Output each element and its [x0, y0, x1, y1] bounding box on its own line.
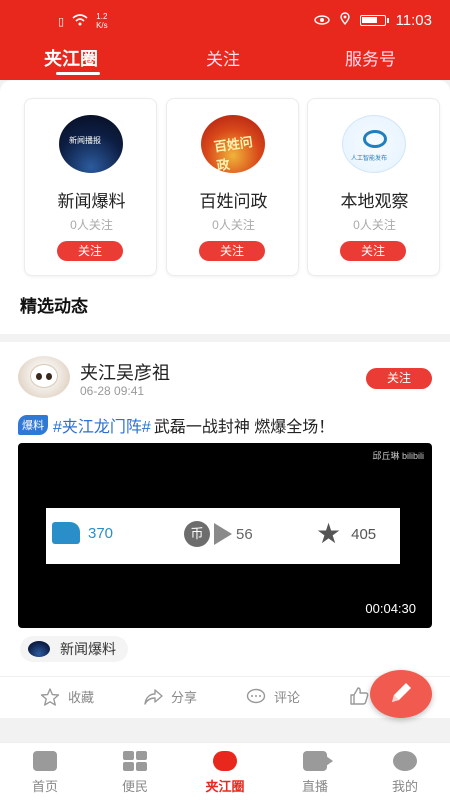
hashtag-link[interactable]: #夹江龙门阵#: [53, 413, 151, 437]
live-icon: [303, 751, 333, 771]
top-tabs: 夹江圈 关注 服务号: [0, 42, 450, 80]
topic-follower-count: 0人关注: [70, 218, 113, 232]
battery-level: [361, 17, 377, 23]
comment-label: 评论: [274, 690, 301, 705]
collect-button[interactable]: 收藏: [40, 687, 94, 706]
grid-icon: [123, 751, 147, 771]
topic-card-local-observation[interactable]: 人工智能发布 本地观察 0人关注 关注: [307, 98, 440, 276]
section-title: 精选动态: [20, 297, 88, 316]
post-tag-badge: 爆料: [18, 415, 48, 435]
topic-follower-count: 0人关注: [212, 218, 255, 232]
clock: 11:03: [395, 12, 432, 29]
follow-button[interactable]: 关注: [57, 241, 123, 261]
post-body: 武磊一战封神 燃爆全场！: [153, 419, 335, 436]
news-source-icon: [28, 641, 50, 657]
video-frame-content: 370 币 56 ★ 405: [46, 508, 400, 564]
thumbs-up-outline-icon: [350, 687, 369, 705]
topic-name: 新闻爆料: [57, 192, 126, 211]
tab-jiajiang-circle[interactable]: 夹江圈: [44, 45, 98, 71]
tab-follow[interactable]: 关注: [206, 45, 240, 70]
source-chip[interactable]: 新闻爆料: [20, 636, 128, 662]
nav-label: 我的: [391, 779, 418, 794]
post-text: 爆料 #夹江龙门阵# 武磊一战封神 燃爆全场！: [18, 413, 334, 437]
share-icon: [144, 688, 163, 705]
share-button[interactable]: 分享: [143, 687, 197, 706]
collect-label: 收藏: [68, 690, 95, 705]
feed-post: 夹江吴彦祖 06-28 09:41 关注 爆料 #夹江龙门阵# 武磊一战封神 燃…: [0, 342, 450, 718]
coin-icon: 币: [184, 521, 210, 547]
eye-icon: [313, 12, 330, 29]
tab-service-accounts[interactable]: 服务号: [345, 45, 396, 70]
nav-label: 夹江圈: [205, 779, 245, 794]
star-outline-icon: [40, 687, 60, 706]
topic-cards-section: 新闻播报 新闻爆料 0人关注 关注 百姓问政 百姓问政 0人关注 关注 人工智能…: [0, 80, 450, 334]
ai-logo-icon: [363, 130, 387, 148]
follow-author-button[interactable]: 关注: [366, 368, 432, 389]
local-observation-avatar: 人工智能发布: [342, 115, 406, 173]
nav-label: 直播: [301, 779, 328, 794]
video-coin-stat: 币 56: [184, 521, 253, 547]
play-icon: [214, 523, 232, 545]
avatar-caption: 百姓问政: [213, 134, 254, 173]
status-right: 11:03: [313, 12, 432, 29]
post-time: 06-28 09:41: [80, 384, 145, 398]
favorite-count: 405: [351, 525, 377, 543]
thumbs-up-icon: [52, 522, 80, 544]
video-watermark: 邱丘琳 bilibili: [372, 451, 424, 461]
nav-jiajiang-circle[interactable]: 夹江圈: [190, 751, 260, 795]
status-bar: ▯ 1.2 K/s 11:03: [0, 0, 450, 42]
topic-name: 百姓问政: [199, 192, 268, 211]
coin-count: 56: [236, 525, 253, 543]
circle-icon: [213, 751, 237, 771]
like-count: 370: [88, 524, 114, 542]
status-left: ▯ 1.2 K/s: [58, 12, 108, 30]
author-name[interactable]: 夹江吴彦祖: [80, 359, 170, 385]
bottom-navigation: 首页 便民 夹江圈 直播 我的: [0, 742, 450, 800]
comment-button[interactable]: 评论: [246, 687, 300, 706]
news-broadcast-avatar: 新闻播报: [59, 115, 123, 173]
sim-icon: ▯: [58, 15, 65, 28]
topic-card-news[interactable]: 新闻播报 新闻爆料 0人关注 关注: [24, 98, 157, 276]
follow-button[interactable]: 关注: [340, 241, 406, 261]
author-avatar[interactable]: [18, 356, 70, 398]
nav-label: 首页: [31, 779, 58, 794]
network-speed: 1.2 K/s: [96, 12, 108, 30]
network-speed-unit: K/s: [96, 21, 108, 30]
nav-profile[interactable]: 我的: [370, 751, 440, 795]
nav-home[interactable]: 首页: [10, 751, 80, 795]
public-affairs-avatar: 百姓问政: [201, 115, 265, 173]
home-icon: [33, 751, 57, 771]
video-duration: 00:04:30: [365, 601, 416, 616]
video-favorite-stat: ★ 405: [316, 518, 377, 549]
network-speed-value: 1.2: [96, 12, 108, 21]
like-button[interactable]: [349, 687, 369, 705]
profile-icon: [393, 751, 417, 771]
nav-label: 便民: [121, 779, 148, 794]
topic-follower-count: 0人关注: [353, 218, 396, 232]
follow-button[interactable]: 关注: [199, 241, 265, 261]
pencil-icon: [392, 683, 411, 702]
nav-convenience[interactable]: 便民: [100, 751, 170, 795]
share-label: 分享: [171, 690, 198, 705]
video-like-stat: 370: [52, 522, 113, 544]
video-player[interactable]: 邱丘琳 bilibili 370 币 56 ★ 405 00:04:30: [18, 443, 432, 628]
avatar-caption: 新闻播报: [69, 136, 101, 145]
cat-avatar-icon: [30, 364, 58, 388]
compose-post-button[interactable]: [370, 670, 432, 718]
nav-live[interactable]: 直播: [280, 751, 350, 795]
tab-active-indicator: [56, 72, 100, 75]
app-header: ▯ 1.2 K/s 11:03 夹江圈 关注 服务号: [0, 0, 450, 80]
star-icon: ★: [316, 518, 342, 549]
location-icon: [339, 12, 350, 29]
battery-icon: [359, 15, 389, 26]
wifi-icon: [72, 13, 88, 29]
avatar-caption: 人工智能发布: [351, 156, 388, 162]
topic-card-public-affairs[interactable]: 百姓问政 百姓问政 0人关注 关注: [166, 98, 299, 276]
topic-name: 本地观察: [340, 192, 409, 211]
source-name: 新闻爆料: [60, 641, 116, 657]
comment-icon: [246, 688, 266, 703]
